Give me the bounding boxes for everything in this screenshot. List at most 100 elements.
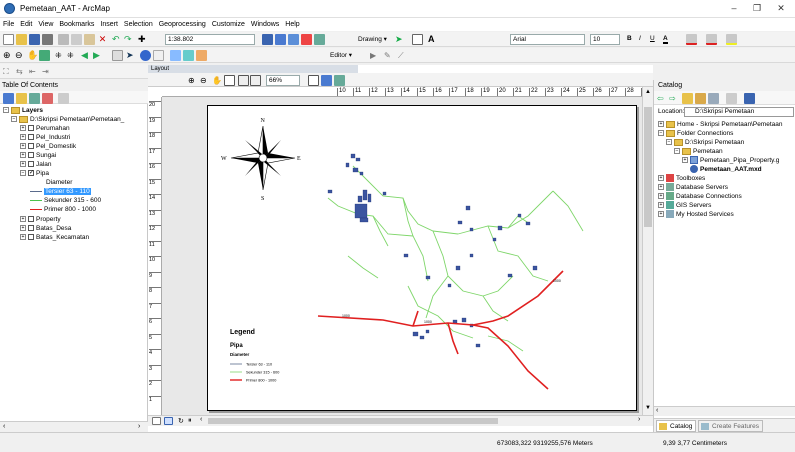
expand-icon[interactable]: + <box>20 152 26 159</box>
layout-zoom-select[interactable]: 66% <box>266 75 300 86</box>
copy-icon[interactable] <box>71 34 82 45</box>
layer-checkbox[interactable] <box>28 234 34 241</box>
zoom-out-icon[interactable]: ⊖ <box>15 50 26 61</box>
list-by-selection-icon[interactable] <box>42 93 53 104</box>
catalog-gis-servers[interactable]: + GIS Servers <box>658 201 711 210</box>
text-icon[interactable]: A <box>428 34 439 45</box>
north-arrow[interactable]: N S E W <box>221 118 301 202</box>
layer-effects-icon[interactable]: ⛶ <box>3 66 14 77</box>
forward-extent-icon[interactable]: ▶ <box>93 50 104 61</box>
layer-perumahan[interactable]: + Perumahan <box>20 124 70 133</box>
collapse-icon[interactable]: − <box>658 130 664 137</box>
rectangle-icon[interactable] <box>412 34 423 45</box>
pause-drawing-icon[interactable]: ⏸ <box>188 417 192 425</box>
catalog-toolboxes[interactable]: + Toolboxes <box>658 174 705 183</box>
bold-button[interactable]: B <box>627 35 632 42</box>
menu-customize[interactable]: Customize <box>209 18 248 31</box>
zoom-100-icon[interactable] <box>238 75 249 86</box>
delete-icon[interactable]: ✕ <box>97 34 108 45</box>
catalog-window-icon[interactable] <box>288 34 299 45</box>
layer-checkbox[interactable] <box>28 125 34 132</box>
expand-icon[interactable]: + <box>20 134 26 141</box>
find-icon[interactable] <box>170 50 181 61</box>
layer-pel-domestik[interactable]: + Pel_Domestik <box>20 142 76 151</box>
expand-icon[interactable]: + <box>20 143 26 150</box>
collapse-icon[interactable]: − <box>20 170 26 177</box>
hyperlink-icon[interactable] <box>196 50 207 61</box>
fill-color-icon[interactable] <box>686 34 697 45</box>
disconnect-folder-icon[interactable] <box>708 93 719 104</box>
refresh-icon[interactable]: ↻ <box>178 417 184 425</box>
layer-checkbox[interactable] <box>28 143 34 150</box>
scroll-up-arrow[interactable]: ▲ <box>645 89 651 95</box>
scroll-left-arrow[interactable]: ‹ <box>3 423 5 430</box>
print-icon[interactable] <box>42 34 53 45</box>
search-window-icon[interactable] <box>314 34 325 45</box>
select-elements-icon[interactable]: ➤ <box>395 34 406 45</box>
list-by-drawing-order-icon[interactable] <box>3 93 14 104</box>
toc-options-icon[interactable] <box>58 93 69 104</box>
fixed-zoom-out-icon[interactable]: ⁜ <box>67 50 78 61</box>
undo-icon[interactable]: ↶ <box>112 34 123 45</box>
layout-horizontal-scrollbar[interactable]: ↻ ⏸ ‹ › <box>148 415 653 426</box>
new-document-icon[interactable] <box>3 34 14 45</box>
horizontal-scroll-thumb[interactable] <box>208 418 498 424</box>
paste-icon[interactable] <box>84 34 95 45</box>
expand-icon[interactable]: + <box>20 225 26 232</box>
forward-icon[interactable]: ⇨ <box>669 93 680 104</box>
menu-help[interactable]: Help <box>282 18 302 31</box>
scroll-down-arrow[interactable]: ▼ <box>645 405 651 411</box>
catalog-database-servers[interactable]: + Database Servers <box>658 183 728 192</box>
menu-bookmarks[interactable]: Bookmarks <box>56 18 97 31</box>
identify-icon[interactable] <box>140 50 151 61</box>
swipe-icon[interactable]: ⇆ <box>16 66 27 77</box>
drawing-menu[interactable]: Drawing ▾ <box>358 35 387 43</box>
arctoolbox-icon[interactable] <box>301 34 312 45</box>
expand-icon[interactable]: + <box>20 216 26 223</box>
font-size-select[interactable]: 10 <box>590 34 620 45</box>
html-popup-icon[interactable] <box>153 50 164 61</box>
tab-create-features[interactable]: Create Features <box>698 420 763 432</box>
catalog-horizontal-scrollbar[interactable]: ‹ <box>654 406 795 416</box>
full-extent-icon[interactable] <box>39 50 50 61</box>
map-scale-field[interactable]: 1:38.802 <box>165 34 255 45</box>
menu-view[interactable]: View <box>35 18 56 31</box>
save-icon[interactable] <box>29 34 40 45</box>
zoom-whole-page-icon[interactable] <box>224 75 235 86</box>
transparency-icon[interactable]: ⇥ <box>42 66 53 77</box>
scroll-left-arrow[interactable]: ‹ <box>656 407 658 414</box>
flicker-icon[interactable]: ⇤ <box>29 66 40 77</box>
vertical-scroll-thumb[interactable] <box>644 107 652 227</box>
layer-checkbox[interactable] <box>28 134 34 141</box>
catalog-skripsi-folder[interactable]: − D:\Skripsi Pemetaan <box>666 138 744 147</box>
toc-window-icon[interactable] <box>275 34 286 45</box>
layer-checkbox[interactable] <box>28 225 34 232</box>
maximize-button[interactable]: ❐ <box>750 2 764 15</box>
list-by-source-icon[interactable] <box>16 93 27 104</box>
layout-window-titlebar[interactable]: Layout <box>148 65 358 73</box>
select-elements-tool-icon[interactable]: ➤ <box>126 50 137 61</box>
menu-geoprocessing[interactable]: Geoprocessing <box>156 18 209 31</box>
straight-segment-icon[interactable]: ⟋ <box>398 50 409 61</box>
edit-tool-icon[interactable]: ▶ <box>370 50 381 61</box>
menu-file[interactable]: File <box>0 18 17 31</box>
layout-view-button[interactable] <box>164 417 173 425</box>
expand-icon[interactable]: + <box>20 234 26 241</box>
map-frame[interactable]: N S E W 1000 1000 1000 Legend Pipa Diame… <box>208 106 638 412</box>
expand-icon[interactable]: + <box>658 175 664 182</box>
layout-zoom-out-icon[interactable]: ⊖ <box>200 75 211 86</box>
layer-jalan[interactable]: + Jalan <box>20 160 52 169</box>
add-data-icon[interactable]: ✚ <box>138 34 149 45</box>
menu-selection[interactable]: Selection <box>121 18 156 31</box>
pan-icon[interactable]: ✋ <box>27 50 38 61</box>
layer-batas-desa[interactable]: + Batas_Desa <box>20 224 71 233</box>
catalog-folder-connections[interactable]: − Folder Connections <box>658 129 733 138</box>
italic-button[interactable]: I <box>639 35 641 42</box>
expand-icon[interactable]: + <box>658 211 664 218</box>
catalog-home[interactable]: + Home - Skripsi Pemetaan\Pemetaan <box>658 120 783 129</box>
open-folder-icon[interactable] <box>16 34 27 45</box>
layer-pel-industri[interactable]: + Pel_Industri <box>20 133 70 142</box>
data-view-button[interactable] <box>152 417 161 425</box>
pipa-class-tersier[interactable]: Tersier 63 - 110 <box>30 187 91 196</box>
font-color-button[interactable]: A <box>663 35 668 44</box>
